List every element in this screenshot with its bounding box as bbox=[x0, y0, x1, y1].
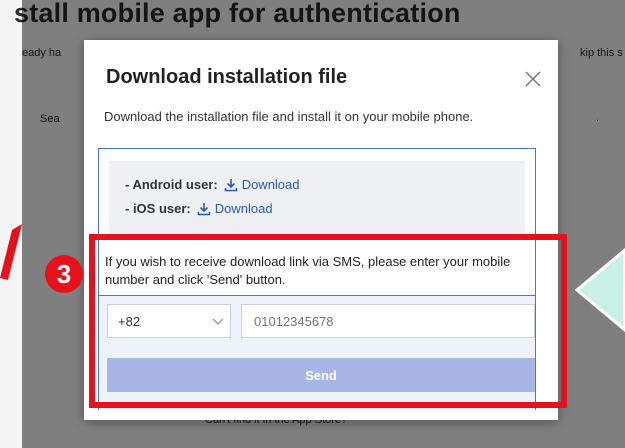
modal-description: Download the installation file and insta… bbox=[104, 109, 474, 124]
ios-label: - iOS user: bbox=[125, 201, 191, 216]
close-icon[interactable] bbox=[524, 70, 542, 88]
ios-download-link[interactable]: Download bbox=[197, 201, 273, 216]
highlight-frame bbox=[89, 234, 567, 408]
android-label: - Android user: bbox=[125, 177, 218, 192]
download-links-panel: - Android user: Download - iOS user: Dow… bbox=[109, 161, 525, 237]
step-badge: 3 bbox=[45, 255, 83, 293]
android-download-row: - Android user: Download bbox=[125, 177, 300, 192]
decorative-slash bbox=[0, 224, 22, 280]
callout-arrow bbox=[575, 248, 625, 332]
android-download-label: Download bbox=[241, 177, 300, 192]
download-icon bbox=[224, 178, 237, 191]
modal-title: Download installation file bbox=[106, 66, 348, 88]
ios-download-row: - iOS user: Download bbox=[125, 201, 273, 216]
ios-download-label: Download bbox=[214, 201, 273, 216]
download-icon bbox=[197, 202, 211, 215]
android-download-link[interactable]: Download bbox=[224, 177, 300, 192]
